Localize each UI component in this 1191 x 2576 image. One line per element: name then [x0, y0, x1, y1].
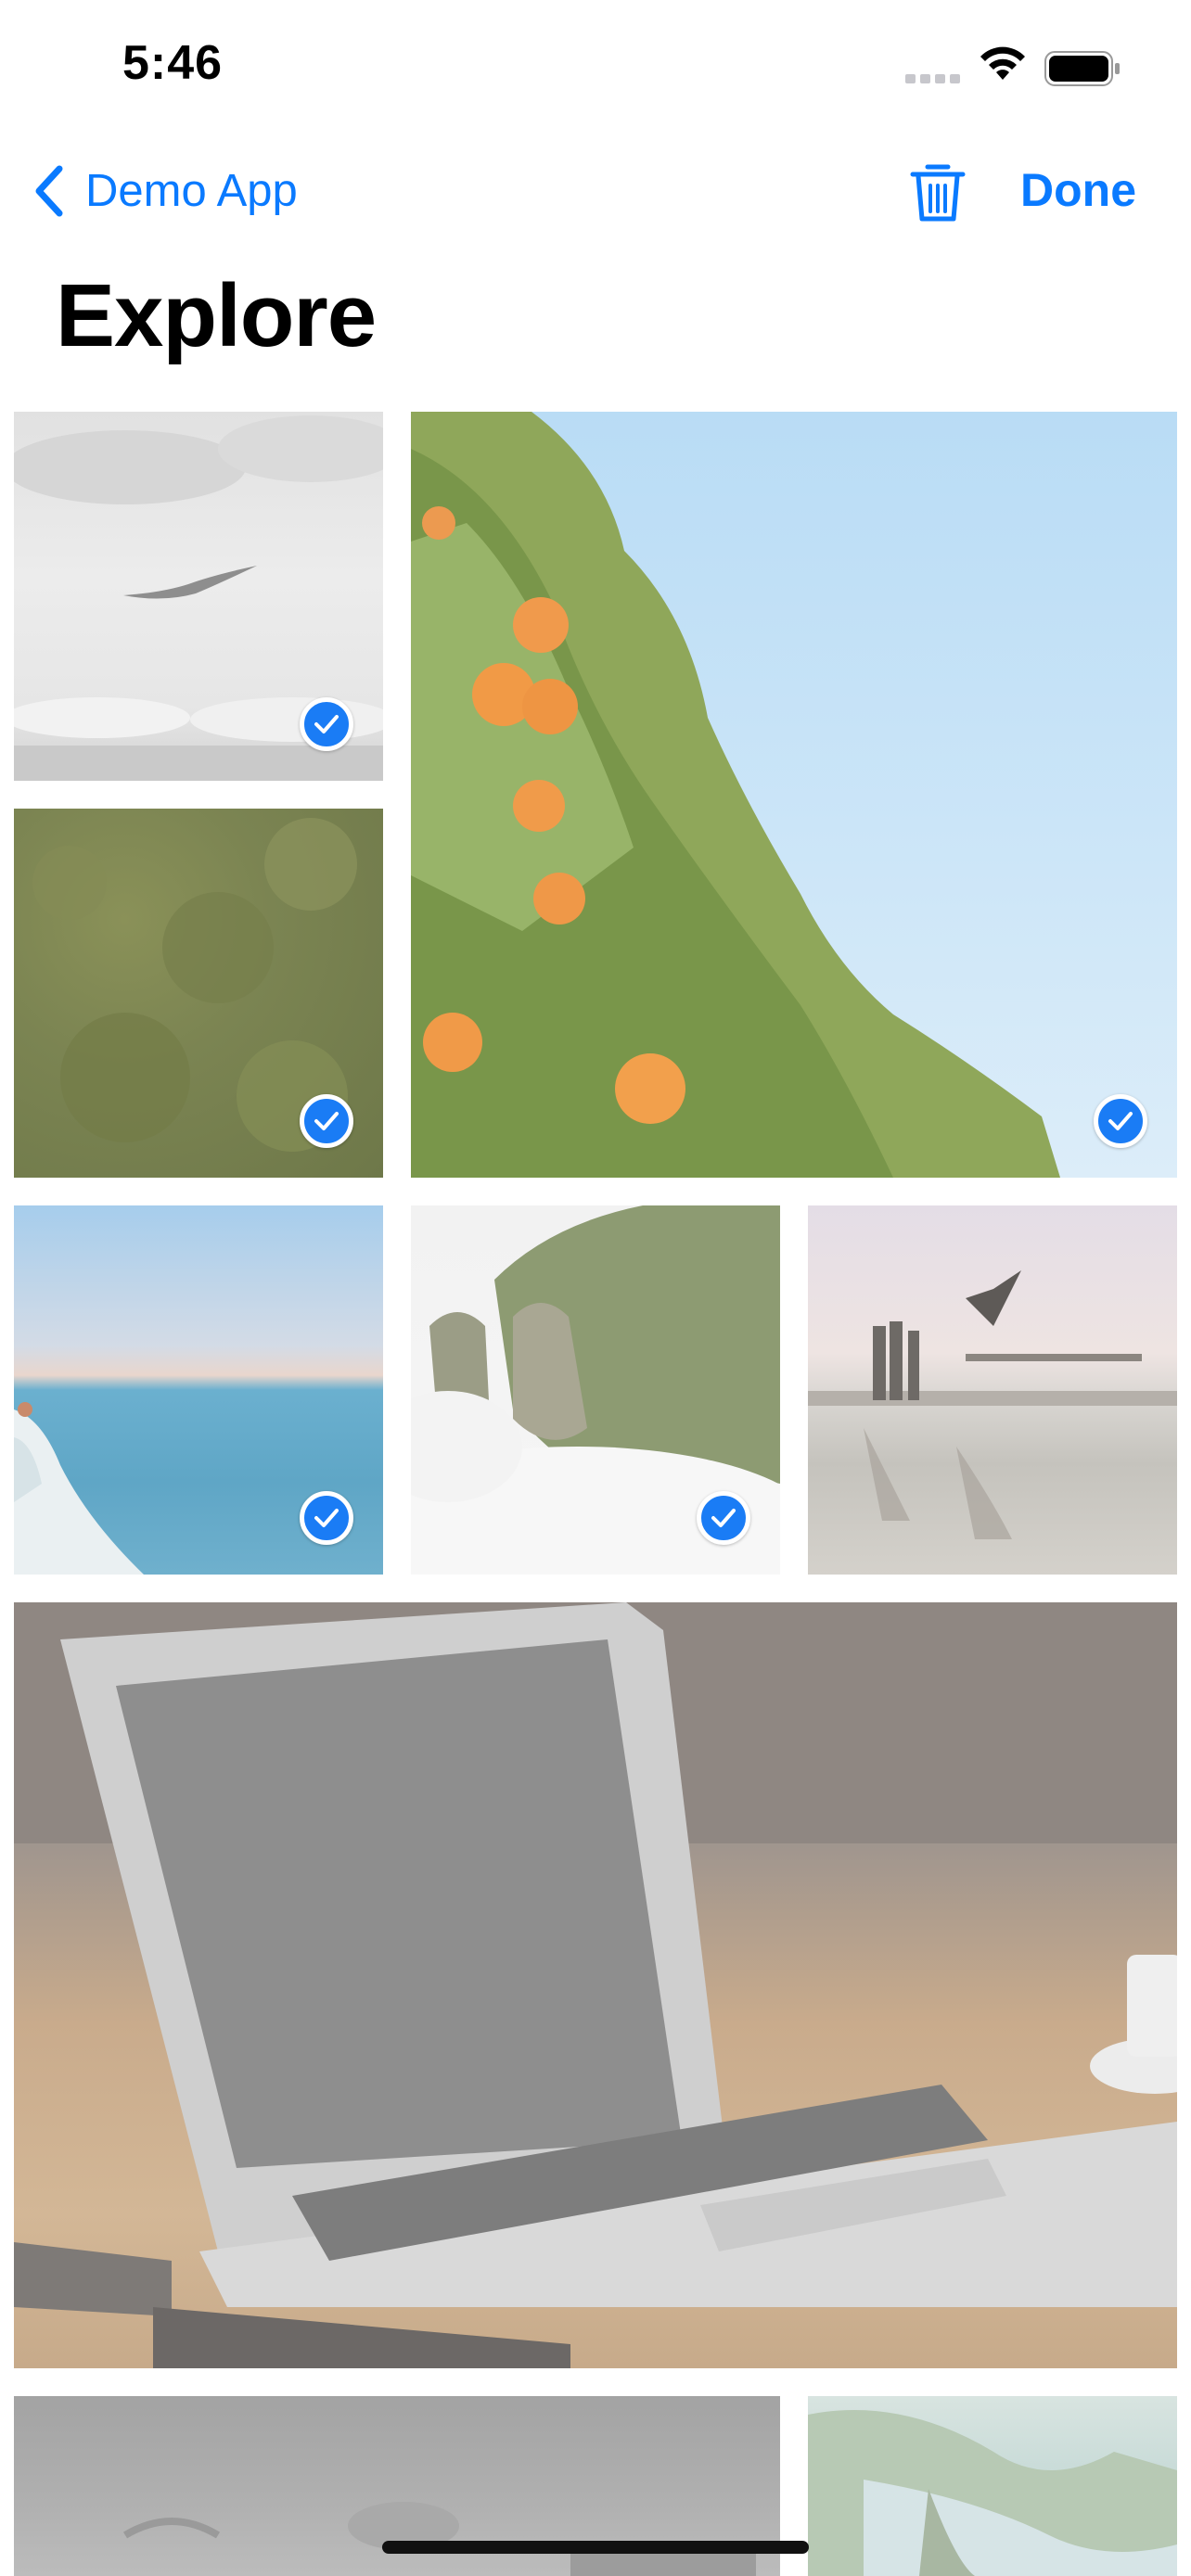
selected-checkmark-icon — [300, 1491, 353, 1545]
photo-tile[interactable] — [14, 1602, 1177, 2368]
selected-checkmark-icon — [300, 1094, 353, 1148]
photo-tile[interactable] — [14, 412, 383, 781]
done-button[interactable]: Done — [1020, 163, 1136, 217]
photo-tile[interactable] — [411, 1205, 780, 1575]
photo-tile[interactable] — [14, 809, 383, 1178]
home-indicator[interactable] — [382, 2541, 809, 2554]
orange-tree-photo — [411, 412, 1060, 1178]
wifi-icon — [980, 46, 1025, 80]
trash-icon[interactable] — [909, 159, 967, 224]
photo-tile[interactable] — [808, 1205, 1177, 1575]
status-bar: 5:46 — [0, 0, 1191, 130]
back-button-label: Demo App — [85, 166, 298, 216]
cellular-signal-icon — [905, 74, 961, 83]
status-time: 5:46 — [122, 36, 224, 90]
back-button[interactable]: Demo App — [32, 163, 298, 219]
photo-tile[interactable] — [14, 1205, 383, 1575]
selected-checkmark-icon — [697, 1491, 750, 1545]
chevron-left-icon — [35, 165, 63, 217]
selected-checkmark-icon — [300, 697, 353, 751]
selected-checkmark-icon — [1094, 1094, 1147, 1148]
mountain-lake-photo — [808, 2410, 1177, 2576]
photo-tile[interactable] — [808, 2396, 1177, 2576]
pool-jump-photo — [808, 1270, 1177, 1539]
page-title: Explore — [56, 266, 377, 365]
battery-icon — [1044, 51, 1120, 86]
photo-tile[interactable] — [411, 412, 1177, 1178]
laptop-photo — [14, 1602, 1177, 2368]
